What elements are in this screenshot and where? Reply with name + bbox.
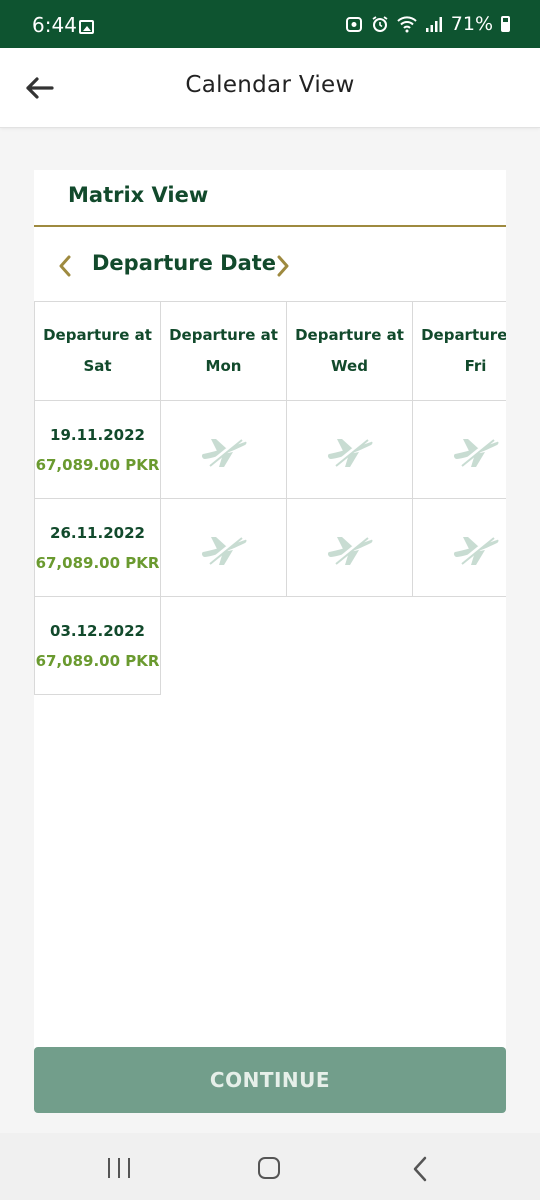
- column-header-mon: Departure at Mon: [160, 301, 287, 401]
- recent-apps-button[interactable]: [108, 1158, 130, 1180]
- no-flight-cell: [160, 498, 287, 597]
- departure-date-nav: Departure Date: [34, 229, 506, 303]
- fare-cell[interactable]: 26.11.2022 67,089.00 PKR: [34, 498, 161, 597]
- alarm-icon: [372, 16, 388, 32]
- recording-icon: [345, 17, 362, 32]
- no-flight-cell: [412, 400, 506, 499]
- battery-icon: [501, 16, 510, 32]
- no-flight-cell: [412, 498, 506, 597]
- continue-button[interactable]: CONTINUE: [34, 1047, 506, 1113]
- airplane-off-icon: [201, 436, 246, 467]
- departure-date-label: Departure Date: [92, 251, 277, 275]
- airplane-off-icon: [453, 534, 498, 565]
- matrix-header: Matrix View: [34, 170, 506, 227]
- status-time: 6:44: [32, 13, 77, 37]
- column-header-fri: Departure at Fri: [412, 301, 506, 401]
- next-date-button[interactable]: [272, 251, 294, 281]
- column-header-wed: Departure at Wed: [286, 301, 413, 401]
- no-flight-cell: [160, 400, 287, 499]
- table-row: 26.11.2022 67,089.00 PKR: [34, 498, 506, 597]
- fare-date: 26.11.2022: [50, 523, 145, 542]
- airplane-off-icon: [327, 534, 372, 565]
- app-bar: Calendar View: [0, 48, 540, 128]
- status-bar: 6:44 71%: [0, 0, 540, 48]
- no-flight-cell: [286, 498, 413, 597]
- page-title: Calendar View: [185, 72, 355, 98]
- fare-date: 19.11.2022: [50, 425, 145, 444]
- airplane-off-icon: [201, 534, 246, 565]
- fare-matrix-grid: Departure at Sat Departure at Mon Depart…: [34, 301, 506, 695]
- home-button[interactable]: [258, 1157, 280, 1179]
- fare-cell[interactable]: 19.11.2022 67,089.00 PKR: [34, 400, 161, 499]
- fare-price: 67,089.00 PKR: [35, 455, 160, 474]
- fare-date: 03.12.2022: [50, 621, 145, 640]
- wifi-icon: [397, 16, 417, 33]
- airplane-off-icon: [453, 436, 498, 467]
- matrix-card: Matrix View Departure Date Departure at …: [34, 170, 506, 1050]
- signal-icon: [425, 17, 442, 32]
- table-row: 03.12.2022 67,089.00 PKR: [34, 596, 506, 695]
- gallery-notification-icon: [79, 20, 94, 34]
- matrix-view-title: Matrix View: [68, 183, 209, 207]
- fare-price: 67,089.00 PKR: [35, 553, 160, 572]
- fare-cell[interactable]: 03.12.2022 67,089.00 PKR: [34, 596, 161, 695]
- system-back-button[interactable]: [410, 1156, 430, 1182]
- table-row: 19.11.2022 67,089.00 PKR: [34, 400, 506, 499]
- battery-percent: 71%: [450, 13, 493, 35]
- previous-date-button[interactable]: [54, 251, 76, 281]
- chevron-left-icon: [59, 255, 71, 277]
- airplane-off-icon: [327, 436, 372, 467]
- status-icons: 71%: [345, 12, 510, 36]
- no-flight-cell: [286, 400, 413, 499]
- matrix-header-row: Departure at Sat Departure at Mon Depart…: [34, 301, 506, 401]
- column-header-sat: Departure at Sat: [34, 301, 161, 401]
- fare-price: 67,089.00 PKR: [35, 651, 160, 670]
- chevron-right-icon: [277, 255, 289, 277]
- system-nav-bar: [0, 1133, 540, 1200]
